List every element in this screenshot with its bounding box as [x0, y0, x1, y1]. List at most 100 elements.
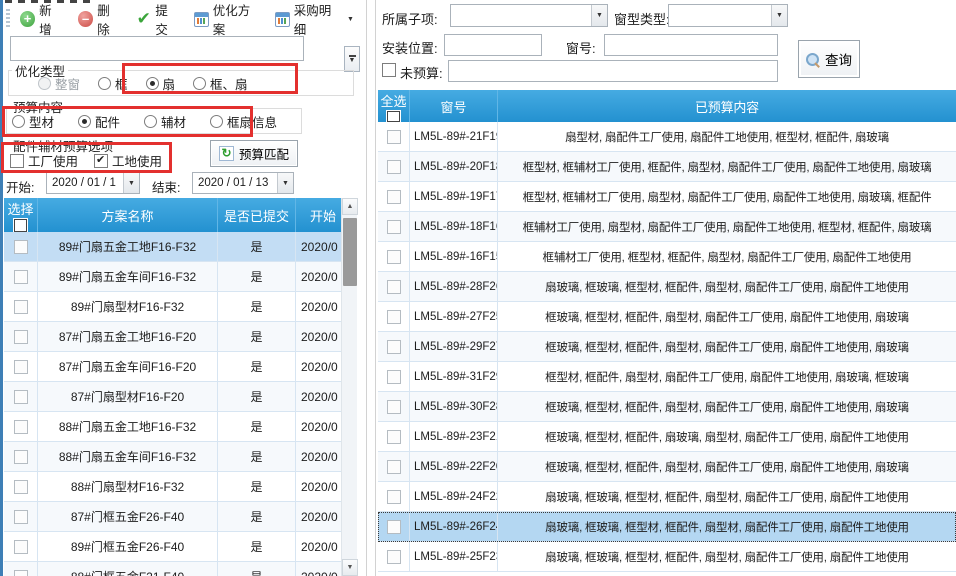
column-header-select-all[interactable]: 全选	[378, 90, 410, 122]
window-type-dropdown-icon[interactable]: ▼	[771, 5, 787, 26]
window-row[interactable]: LM5L-89#-31F29框型材, 框配件, 扇型材, 扇配件工厂使用, 扇配…	[378, 362, 956, 392]
usage-option[interactable]: 工地使用	[94, 151, 162, 170]
purchase-detail-button[interactable]: 采购明细▼	[273, 0, 356, 40]
window-row[interactable]: LM5L-89#-16F15框辅材工厂使用, 框型材, 框配件, 扇型材, 扇配…	[378, 242, 956, 272]
window-row-checkbox[interactable]	[387, 430, 401, 444]
window-row[interactable]: LM5L-89#-22F20框玻璃, 框型材, 框配件, 扇型材, 扇配件工厂使…	[378, 452, 956, 482]
column-header-plan-name[interactable]: 方案名称	[38, 198, 218, 232]
window-row[interactable]: LM5L-89#-30F28框玻璃, 框型材, 框配件, 扇型材, 扇配件工厂使…	[378, 392, 956, 422]
install-position-input[interactable]	[444, 34, 542, 56]
optimize-type-option[interactable]: 框、扇	[193, 74, 248, 93]
window-no-input[interactable]	[604, 34, 778, 56]
plan-row[interactable]: 89#门扇五金车间F16-F32是2020/0	[4, 262, 341, 292]
column-header-start[interactable]: 开始	[296, 198, 341, 232]
end-date-dropdown-icon[interactable]: ▼	[277, 173, 293, 193]
scrollbar-thumb[interactable]	[343, 218, 357, 286]
plan-row[interactable]: 87#门扇五金工地F16-F20是2020/0	[4, 322, 341, 352]
window-row-checkbox[interactable]	[387, 280, 401, 294]
plan-row-checkbox[interactable]	[14, 360, 28, 374]
window-row-checkbox[interactable]	[387, 310, 401, 324]
budget-content-option[interactable]: 辅材	[144, 112, 186, 131]
plan-row[interactable]: 87#门扇型材F16-F20是2020/0	[4, 382, 341, 412]
start-date-picker[interactable]: 2020 / 01 / 1 ▼	[46, 172, 140, 194]
plan-row-checkbox[interactable]	[14, 480, 28, 494]
select-all-plans-checkbox[interactable]	[14, 219, 27, 232]
plan-row[interactable]: 88#门框五金F21-F40是2020/0	[4, 562, 341, 576]
plan-row-checkbox[interactable]	[14, 540, 28, 554]
window-row[interactable]: LM5L-89#-28F26扇玻璃, 框玻璃, 框型材, 框配件, 扇型材, 扇…	[378, 272, 956, 302]
plan-row[interactable]: 89#门框五金F26-F40是2020/0	[4, 532, 341, 562]
submit-button[interactable]: 提交	[134, 0, 181, 40]
window-row[interactable]: LM5L-89#-23F21框玻璃, 框型材, 框配件, 扇玻璃, 扇型材, 扇…	[378, 422, 956, 452]
window-row-checkbox[interactable]	[387, 490, 401, 504]
plan-row-checkbox[interactable]	[14, 420, 28, 434]
window-row-checkbox[interactable]	[387, 340, 401, 354]
window-row[interactable]: LM5L-89#-18F16框辅材工厂使用, 扇型材, 扇配件工厂使用, 扇配件…	[378, 212, 956, 242]
scroll-down-icon[interactable]: ▼	[342, 559, 358, 576]
column-header-submitted[interactable]: 是否已提交	[218, 198, 296, 232]
add-button[interactable]: 新增	[18, 0, 65, 40]
window-row-checkbox[interactable]	[387, 400, 401, 414]
window-row-checkbox[interactable]	[387, 160, 401, 174]
optimize-type-option[interactable]: 整窗	[38, 74, 80, 93]
optimize-type-option[interactable]: 框	[98, 74, 128, 93]
end-date-picker[interactable]: 2020 / 01 / 13 ▼	[192, 172, 294, 194]
budget-content-option[interactable]: 配件	[78, 112, 120, 131]
start-date-dropdown-icon[interactable]: ▼	[123, 173, 139, 193]
plan-row[interactable]: 87#门扇五金车间F16-F20是2020/0	[4, 352, 341, 382]
window-row-checkbox[interactable]	[387, 550, 401, 564]
optimize-plan-button[interactable]: 优化方案	[192, 0, 262, 40]
window-row[interactable]: LM5L-89#-26F24扇玻璃, 框玻璃, 框型材, 框配件, 扇型材, 扇…	[378, 512, 956, 542]
window-row-checkbox[interactable]	[387, 130, 401, 144]
plan-row[interactable]: 88#门扇五金车间F16-F32是2020/0	[4, 442, 341, 472]
delete-button[interactable]: 删除	[76, 0, 123, 40]
window-row[interactable]: LM5L-89#-19F17框型材, 框辅材工厂使用, 扇型材, 扇配件工厂使用…	[378, 182, 956, 212]
sub-item-dropdown-icon[interactable]: ▼	[591, 5, 607, 26]
plan-row-checkbox[interactable]	[14, 390, 28, 404]
panel-splitter[interactable]	[366, 0, 367, 576]
column-header-window-no[interactable]: 窗号	[410, 90, 498, 122]
plan-search-input[interactable]	[10, 36, 304, 61]
plan-row-checkbox[interactable]	[14, 510, 28, 524]
scroll-up-icon[interactable]: ▲	[342, 198, 358, 215]
plan-row-checkbox[interactable]	[14, 450, 28, 464]
budget-content-option[interactable]: 框扇信息	[210, 112, 277, 131]
window-row[interactable]: LM5L-89#-21F19扇型材, 扇配件工厂使用, 扇配件工地使用, 框型材…	[378, 122, 956, 152]
unbudgeted-input[interactable]	[448, 60, 778, 82]
plan-row-checkbox[interactable]	[14, 240, 28, 254]
window-row[interactable]: LM5L-89#-25F23扇玻璃, 框玻璃, 框型材, 框配件, 扇型材, 扇…	[378, 542, 956, 572]
window-row[interactable]: LM5L-89#-24F22扇玻璃, 框玻璃, 框型材, 框配件, 扇型材, 扇…	[378, 482, 956, 512]
window-row-checkbox[interactable]	[387, 190, 401, 204]
budget-match-button[interactable]: 预算匹配	[210, 140, 298, 167]
plan-row[interactable]: 89#门扇型材F16-F32是2020/0	[4, 292, 341, 322]
plan-row[interactable]: 87#门框五金F26-F40是2020/0	[4, 502, 341, 532]
plan-row-checkbox[interactable]	[14, 300, 28, 314]
column-header-budgeted-content[interactable]: 已预算内容	[498, 90, 956, 122]
window-row-checkbox[interactable]	[387, 220, 401, 234]
window-row-checkbox[interactable]	[387, 250, 401, 264]
unbudgeted-checkbox[interactable]	[382, 63, 396, 77]
window-row-checkbox[interactable]	[387, 370, 401, 384]
plan-row[interactable]: 88#门扇型材F16-F32是2020/0	[4, 472, 341, 502]
toolbar-grip[interactable]	[6, 9, 10, 29]
plan-row-checkbox[interactable]	[14, 270, 28, 284]
window-row[interactable]: LM5L-89#-20F18框型材, 框辅材工厂使用, 框配件, 扇型材, 扇配…	[378, 152, 956, 182]
plan-row[interactable]: 88#门扇五金工地F16-F32是2020/0	[4, 412, 341, 442]
plan-row-checkbox[interactable]	[14, 570, 28, 576]
usage-option[interactable]: 工厂使用	[10, 151, 78, 170]
plan-row[interactable]: 89#门扇五金工地F16-F32是2020/0	[4, 232, 341, 262]
window-row[interactable]: LM5L-89#-27F25框玻璃, 框型材, 框配件, 扇型材, 扇配件工厂使…	[378, 302, 956, 332]
column-header-select[interactable]: 选择	[4, 198, 38, 232]
window-row[interactable]: LM5L-89#-29F27框玻璃, 框型材, 框配件, 扇型材, 扇配件工厂使…	[378, 332, 956, 362]
budget-content-option[interactable]: 型材	[12, 112, 54, 131]
toolbar-overflow-button[interactable]: ▼	[344, 46, 360, 72]
window-row-checkbox[interactable]	[387, 460, 401, 474]
optimize-type-option[interactable]: 扇	[146, 74, 176, 93]
plan-table-scrollbar[interactable]: ▲ ▼	[341, 198, 357, 576]
sub-item-combo[interactable]: ▼	[450, 4, 608, 27]
window-type-combo[interactable]: ▼	[668, 4, 788, 27]
plan-row-checkbox[interactable]	[14, 330, 28, 344]
query-button[interactable]: 查询	[798, 40, 860, 78]
select-all-windows-checkbox[interactable]	[387, 111, 400, 122]
window-row-checkbox[interactable]	[387, 520, 401, 534]
